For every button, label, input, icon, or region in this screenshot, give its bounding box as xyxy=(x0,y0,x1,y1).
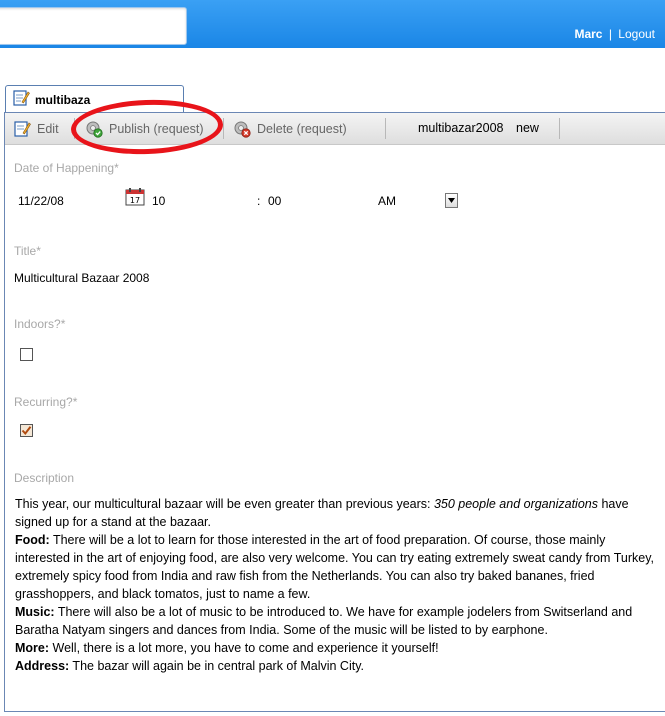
recurring-label: Recurring?* xyxy=(14,395,78,409)
svg-text:17: 17 xyxy=(130,196,140,205)
minute-input[interactable]: 00 xyxy=(268,194,281,208)
description-intro: This year, our multicultural bazaar will… xyxy=(15,497,434,511)
edit-button[interactable]: Edit xyxy=(13,113,59,144)
date-input[interactable]: 11/22/08 xyxy=(18,194,64,208)
toolbar-divider xyxy=(559,118,560,139)
toolbar-divider xyxy=(385,118,386,139)
title-label: Title* xyxy=(14,244,41,258)
date-label: Date of Happening* xyxy=(14,161,119,175)
edit-label: Edit xyxy=(37,121,59,136)
indoors-label: Indoors?* xyxy=(14,317,66,331)
food-heading: Food: xyxy=(15,533,50,547)
address-text: The bazar will again be in central park … xyxy=(69,659,364,673)
more-heading: More: xyxy=(15,641,50,655)
time-separator: : xyxy=(257,194,261,208)
delete-gear-icon xyxy=(234,121,251,138)
logout-link[interactable]: Logout xyxy=(618,27,655,41)
toolbar-divider xyxy=(223,118,224,139)
item-identifier: multibazar2008 xyxy=(418,121,504,135)
ampm-select[interactable]: AM xyxy=(378,194,396,208)
more-text: Well, there is a lot more, you have to c… xyxy=(49,641,439,655)
hour-input[interactable]: 10 xyxy=(152,194,165,208)
food-text: There will be a lot to learn for those i… xyxy=(15,533,654,601)
user-links: Marc | Logout xyxy=(574,27,655,41)
delete-request-button[interactable]: Delete (request) xyxy=(233,113,347,144)
address-heading: Address: xyxy=(15,659,70,673)
ampm-dropdown-button[interactable] xyxy=(445,193,458,208)
link-separator: | xyxy=(608,27,612,41)
description-intro-emphasis: 350 people and organizations xyxy=(433,497,598,511)
checkmark-icon xyxy=(21,426,32,436)
top-header-bar: Marc | Logout xyxy=(0,0,665,48)
title-value[interactable]: Multicultural Bazaar 2008 xyxy=(14,271,149,285)
music-text: There will also be a lot of music to be … xyxy=(15,605,633,637)
calendar-icon[interactable]: 17 xyxy=(125,188,145,206)
recurring-checkbox[interactable] xyxy=(20,424,33,437)
indoors-checkbox[interactable] xyxy=(20,348,33,361)
item-status: new xyxy=(516,121,539,135)
chevron-down-icon xyxy=(448,198,455,203)
edit-document-icon xyxy=(13,90,30,106)
search-input[interactable] xyxy=(0,7,187,45)
edit-icon xyxy=(14,120,31,137)
delete-label: Delete (request) xyxy=(257,121,347,136)
description-label: Description xyxy=(14,471,75,485)
music-heading: Music: xyxy=(15,605,55,619)
description-text[interactable]: This year, our multicultural bazaar will… xyxy=(15,495,655,675)
document-panel: Edit Publish (request) Delete (request) … xyxy=(4,112,665,712)
username-link[interactable]: Marc xyxy=(574,27,602,41)
tab-title: multibaza xyxy=(35,93,91,107)
